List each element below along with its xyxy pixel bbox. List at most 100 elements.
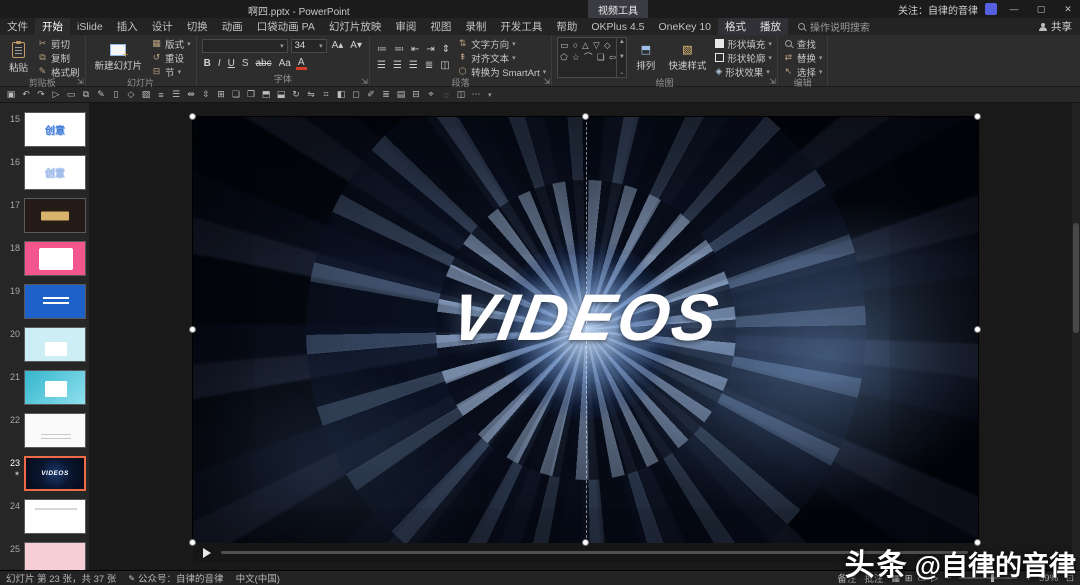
shape-outline-button[interactable]: 形状轮廓▾: [715, 51, 772, 64]
new-slide-icon[interactable]: ▭: [64, 88, 78, 102]
tab-view[interactable]: 视图: [423, 18, 458, 35]
shapes-row-1[interactable]: ▭ ○ △ ▽ ◇: [560, 39, 614, 51]
shrink-font-button[interactable]: A▾: [348, 40, 364, 51]
insert-shape-icon[interactable]: ◇: [124, 88, 138, 102]
tab-pocket-animation[interactable]: 口袋动画 PA: [250, 18, 322, 35]
layout-button[interactable]: ▦版式▾: [151, 37, 191, 50]
rotate-icon[interactable]: ↻: [289, 88, 303, 102]
arrange-button[interactable]: ⬒ 排列: [632, 37, 659, 78]
merge-shapes-icon[interactable]: ◫: [454, 88, 468, 102]
selection-pane-icon[interactable]: ▤: [394, 88, 408, 102]
resize-handle-top-center[interactable]: [582, 113, 589, 120]
align-objects-icon[interactable]: ⊞: [214, 88, 228, 102]
text-box-icon[interactable]: ▯: [109, 88, 123, 102]
new-slide-button[interactable]: 新建幻灯片: [91, 37, 147, 78]
slide-thumbnail-panel[interactable]: 15 创意 16 创意 17 18 19 20: [0, 103, 90, 570]
guides-icon[interactable]: ⌖: [424, 88, 438, 102]
slide-thumbnail[interactable]: 15 创意: [0, 112, 86, 147]
fill-color-icon[interactable]: ◧: [334, 88, 348, 102]
underline-button[interactable]: U: [226, 58, 237, 69]
start-slideshow-icon[interactable]: ▷: [49, 88, 63, 102]
shape-fill-button[interactable]: 形状填充▾: [715, 37, 772, 50]
font-name-select[interactable]: ▾: [202, 39, 288, 53]
align-center-icon[interactable]: ☰: [169, 88, 183, 102]
resize-handle-top-right[interactable]: [974, 113, 981, 120]
vertical-scrollbar[interactable]: [1072, 103, 1080, 570]
drawing-dialog-launcher[interactable]: ⇲: [769, 77, 776, 86]
slide-thumbnail[interactable]: 19: [0, 284, 86, 319]
quick-styles-button[interactable]: ▧ 快速样式: [664, 37, 710, 78]
animation-pane-icon[interactable]: ≣: [379, 88, 393, 102]
slide-thumbnail[interactable]: 16 创意: [0, 155, 86, 190]
shapes-gallery-scroll[interactable]: ▲ ▼ ⌄: [616, 38, 626, 77]
undo-icon[interactable]: ↶: [19, 88, 33, 102]
slide-thumbnail[interactable]: 18: [0, 241, 86, 276]
insert-picture-icon[interactable]: ▨: [139, 88, 153, 102]
slide-thumbnail[interactable]: 22: [0, 413, 86, 448]
minimize-button[interactable]: —: [1004, 0, 1024, 18]
bold-button[interactable]: B: [202, 58, 213, 69]
format-painter-icon[interactable]: ✎: [94, 88, 108, 102]
send-backward-icon[interactable]: ⬓: [274, 88, 288, 102]
scrollbar-thumb[interactable]: [1073, 223, 1079, 333]
tab-design[interactable]: 设计: [145, 18, 180, 35]
resize-handle-bottom-left[interactable]: [189, 539, 196, 546]
align-right-button[interactable]: ☰: [407, 60, 420, 71]
font-color-button[interactable]: A: [296, 58, 307, 70]
crop-icon[interactable]: ⌗: [319, 88, 333, 102]
tab-insert[interactable]: 插入: [110, 18, 145, 35]
tab-file[interactable]: 文件: [0, 18, 35, 35]
language-status[interactable]: 中文(中国): [236, 571, 280, 585]
align-text-button[interactable]: ⇞对齐文本▾: [457, 51, 546, 64]
align-left-icon[interactable]: ≡: [154, 88, 168, 102]
cut-button[interactable]: ✂剪切: [37, 37, 80, 50]
group-icon[interactable]: ❏: [229, 88, 243, 102]
save-icon[interactable]: ▣: [4, 88, 18, 102]
flip-horizontal-icon[interactable]: ⇋: [304, 88, 318, 102]
slide-thumbnail-selected[interactable]: 23✶ VIDEOS: [0, 456, 86, 491]
tab-review[interactable]: 审阅: [388, 18, 423, 35]
font-dialog-launcher[interactable]: ⇲: [361, 77, 368, 86]
tab-record[interactable]: 录制: [458, 18, 493, 35]
strikethrough-button[interactable]: abc: [254, 58, 274, 69]
align-left-button[interactable]: ☰: [375, 60, 388, 71]
play-button[interactable]: [203, 548, 211, 558]
align-center-button[interactable]: ☰: [391, 60, 404, 71]
resize-handle-bottom-center[interactable]: [582, 539, 589, 546]
text-direction-button[interactable]: ⇅文字方向▾: [457, 37, 546, 50]
more-commands-icon[interactable]: ⋯: [469, 88, 483, 102]
gridlines-icon[interactable]: ⊟: [409, 88, 423, 102]
tab-islide[interactable]: iSlide: [70, 18, 110, 35]
font-size-select[interactable]: 34▾: [291, 39, 327, 53]
zoom-icon[interactable]: ◌: [439, 88, 453, 102]
scroll-up-icon[interactable]: ▲: [619, 39, 625, 45]
tab-onekey[interactable]: OneKey 10: [651, 18, 718, 35]
close-button[interactable]: ✕: [1058, 0, 1078, 18]
eyedropper-icon[interactable]: ✐: [364, 88, 378, 102]
copy-button[interactable]: ⧉复制: [37, 51, 80, 64]
bullets-button[interactable]: ≔: [375, 44, 389, 55]
gallery-expand-icon[interactable]: ⌄: [619, 69, 624, 76]
slide-canvas[interactable]: VIDEOS: [90, 103, 1080, 570]
slide-editing-area[interactable]: VIDEOS: [193, 117, 978, 543]
columns-button[interactable]: ◫: [438, 60, 451, 71]
copy-icon[interactable]: ⧉: [79, 88, 93, 102]
tell-me-search[interactable]: 操作说明搜索: [798, 18, 870, 35]
decrease-indent-button[interactable]: ⇤: [409, 44, 421, 55]
reset-button[interactable]: ↺重设: [151, 51, 191, 64]
tab-video-format[interactable]: 格式: [718, 18, 753, 35]
tab-home[interactable]: 开始: [35, 18, 70, 35]
resize-handle-middle-left[interactable]: [189, 326, 196, 333]
share-button[interactable]: 共享: [1039, 18, 1072, 35]
tab-developer[interactable]: 开发工具: [493, 18, 549, 35]
change-case-button[interactable]: Aa: [277, 58, 293, 69]
ungroup-icon[interactable]: ❐: [244, 88, 258, 102]
tab-slideshow[interactable]: 幻灯片放映: [322, 18, 389, 35]
slide-thumbnail[interactable]: 25: [0, 542, 86, 570]
distribute-horizontal-icon[interactable]: ⇹: [184, 88, 198, 102]
italic-button[interactable]: I: [216, 58, 223, 69]
tab-animations[interactable]: 动画: [215, 18, 250, 35]
replace-button[interactable]: ⇄替换▾: [783, 51, 823, 64]
outline-color-icon[interactable]: ◻: [349, 88, 363, 102]
justify-button[interactable]: ≣: [423, 60, 435, 71]
